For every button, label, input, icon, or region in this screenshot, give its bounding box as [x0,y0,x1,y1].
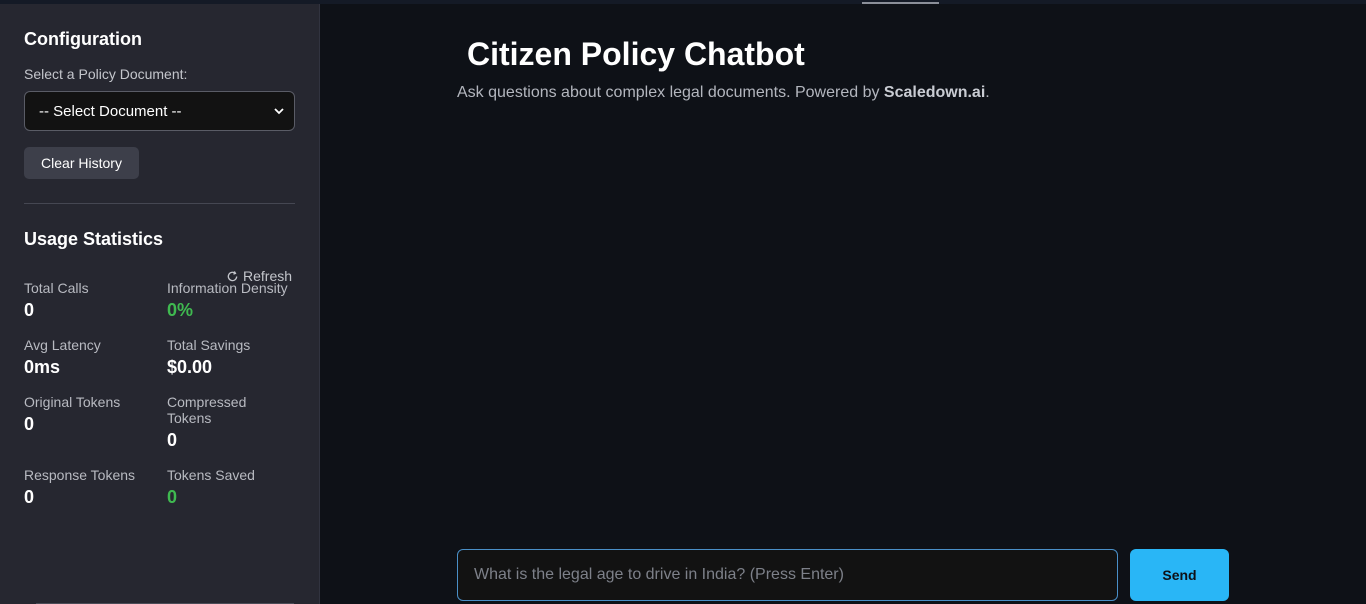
subtitle-text: Ask questions about complex legal docume… [457,84,884,101]
brand-name: Scaledown.ai [883,84,986,101]
send-button[interactable]: Send [1130,549,1229,601]
tab-indicator [862,2,939,4]
stat-avg-latency: Avg Latency 0ms [24,337,101,378]
chevron-down-icon [274,108,284,115]
subtitle-end: . [985,84,990,101]
stat-compressed-tokens: Compressed Tokens 0 [167,394,267,451]
stat-label: Original Tokens [24,394,121,410]
sidebar: Configuration Select a Policy Document: … [0,4,320,604]
stat-total-calls: Total Calls 0 [24,280,89,321]
configuration-heading: Configuration [24,29,142,49]
stat-label: Total Savings [167,337,251,353]
stat-label: Compressed Tokens [167,394,247,426]
stat-value: 0 [24,414,35,434]
stat-total-savings: Total Savings $0.00 [167,337,250,378]
stat-response-tokens: Response Tokens 0 [24,467,135,508]
stat-value: 0 [167,487,178,507]
stat-label: Information Density [167,280,288,296]
stat-label: Total Calls [24,280,89,296]
document-select-label: Select a Policy Document: [24,66,188,82]
usage-statistics-heading: Usage Statistics [24,229,164,249]
stat-value: 0 [24,487,35,507]
document-select[interactable]: -- Select Document -- [24,91,295,131]
document-select-value: -- Select Document -- [39,102,182,120]
stat-value: $0.00 [167,357,213,377]
stat-value: 0 [167,430,178,450]
stat-tokens-saved: Tokens Saved 0 [167,467,255,508]
stat-label: Tokens Saved [167,467,255,483]
stat-original-tokens: Original Tokens 0 [24,394,120,435]
stat-label: Response Tokens [24,467,136,483]
page-title: Citizen Policy Chatbot [467,36,805,72]
stat-value: 0% [167,300,194,320]
stat-label: Avg Latency [24,337,101,353]
stat-information-density: Information Density 0% [167,280,307,321]
chat-input[interactable] [457,549,1118,601]
sidebar-divider [24,203,295,204]
page-subtitle: Ask questions about complex legal docume… [457,84,990,102]
stat-value: 0ms [24,357,61,377]
stat-value: 0 [24,300,35,320]
clear-history-button[interactable]: Clear History [24,147,139,179]
